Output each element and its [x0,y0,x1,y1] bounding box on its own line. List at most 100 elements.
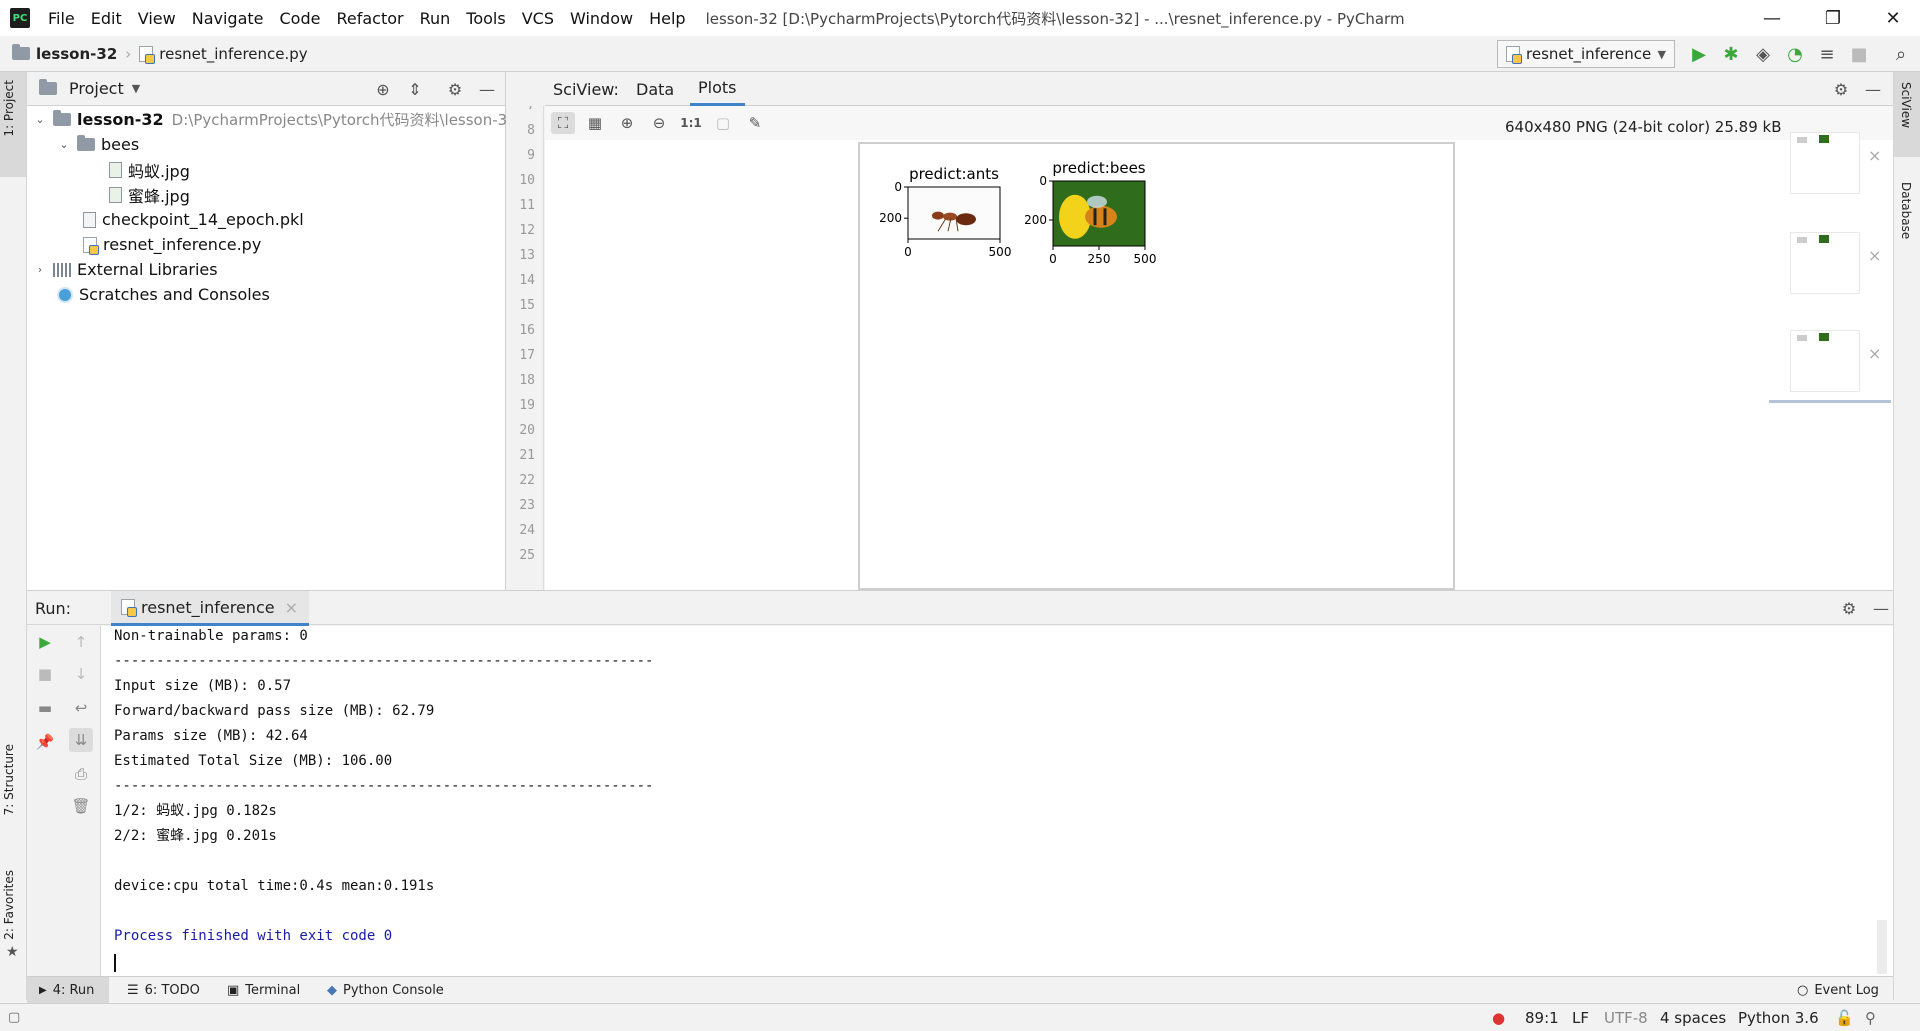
run-icon[interactable]: ▶ [1687,42,1711,66]
tab-plots[interactable]: Plots [690,72,745,106]
concurrency-icon[interactable]: ≡ [1815,42,1839,66]
thumbnail-ant-icon [1797,335,1807,341]
hide-icon[interactable]: — [1870,597,1892,619]
hide-icon[interactable]: — [476,78,498,100]
tree-item-ant-image[interactable]: 蚂蚁.jpg [109,157,190,182]
star-icon: ★ [6,944,19,960]
fit-to-window-icon[interactable]: ⛶ [551,112,575,134]
menu-view[interactable]: View [130,9,184,28]
chevron-down-icon[interactable]: ▼ [132,82,140,95]
close-thumbnail-icon[interactable]: × [1868,146,1881,165]
rerun-icon[interactable]: ▶ [33,630,57,654]
tree-item-resnet-inference[interactable]: resnet_inference.py [83,232,261,257]
plot-thumbnail-1[interactable] [1790,132,1860,194]
tree-item-bees[interactable]: ⌄ bees [57,132,139,157]
python-interpreter[interactable]: Python 3.6 [1738,1004,1819,1031]
menu-file[interactable]: File [40,9,83,28]
line-number: 19 [519,398,535,413]
plot-thumbnail-3[interactable] [1790,330,1860,392]
zoom-out-icon[interactable]: ⊖ [647,112,671,134]
thumbnail-bee-icon [1819,235,1829,243]
tree-item-external-libraries[interactable]: › External Libraries [33,257,218,282]
menu-navigate[interactable]: Navigate [184,9,272,28]
tab-run[interactable]: ▶ 4: Run [27,977,109,1004]
structure-tool-tab[interactable]: 7: Structure [2,744,16,815]
breadcrumb-project[interactable]: lesson-32 [12,44,117,63]
menu-help[interactable]: Help [641,9,693,28]
subplot-title: predict:ants [909,165,999,183]
restore-button[interactable]: ❐ [1810,0,1856,36]
console-line: Input size (MB): 0.57 [114,678,292,694]
grid-icon[interactable]: ▦ [583,112,607,134]
close-button[interactable]: ✕ [1870,0,1916,36]
run-tab[interactable]: resnet_inference × [111,591,309,626]
collapse-all-icon[interactable]: ⇕ [404,78,426,100]
chessboard-icon[interactable]: ▢ [711,112,735,134]
tab-data[interactable]: Data [636,72,674,106]
zoom-in-icon[interactable]: ⊕ [615,112,639,134]
menu-code[interactable]: Code [272,9,329,28]
run-tab-label: resnet_inference [141,597,275,617]
hide-icon[interactable]: — [1862,78,1884,100]
menu-refactor[interactable]: Refactor [328,9,411,28]
tree-item-root[interactable]: ⌄ lesson-32 D:\PycharmProjects\Pytorch代码… [33,107,517,132]
stop-icon[interactable]: ■ [1847,42,1871,66]
menu-run[interactable]: Run [412,9,459,28]
stop-icon[interactable]: ■ [33,662,57,686]
print-icon[interactable]: ⎙ [69,762,93,786]
memory-indicator-icon[interactable]: ⚲ [1865,1004,1876,1031]
error-indicator-icon[interactable]: ● [1492,1004,1505,1031]
tab-todo[interactable]: ☰ 6: TODO [127,977,200,1004]
locate-icon[interactable]: ⊕ [372,78,394,100]
close-icon[interactable]: × [285,598,298,617]
caret-position[interactable]: 89:1 [1525,1004,1559,1031]
up-arrow-icon[interactable]: ↑ [69,630,93,654]
file-encoding[interactable]: UTF-8 [1604,1004,1648,1031]
line-number: 16 [519,323,535,338]
tree-item-scratches[interactable]: Scratches and Consoles [57,282,270,307]
line-separator[interactable]: LF [1572,1004,1589,1031]
trash-icon[interactable]: 🗑 [69,794,93,818]
tab-terminal[interactable]: ▣ Terminal [227,977,300,1004]
gear-icon[interactable]: ⚙ [1830,78,1852,100]
project-view-select[interactable]: Project [69,79,124,98]
color-picker-icon[interactable]: ✎ [743,112,767,134]
coverage-icon[interactable]: ◈ [1751,42,1775,66]
profile-icon[interactable]: ◔ [1783,42,1807,66]
event-log-button[interactable]: ○ Event Log [1797,977,1879,1004]
search-icon[interactable]: ⌕ [1889,42,1913,66]
tab-python-console[interactable]: ◆ Python Console [327,977,444,1004]
tree-item-bee-image[interactable]: 蜜蜂.jpg [109,182,190,207]
project-tool-tab[interactable]: 1: Project [2,80,16,137]
breadcrumb-file[interactable]: resnet_inference.py [139,45,308,64]
favorites-tool-tab[interactable]: 2: Favorites [2,870,16,940]
unknown-file-icon [83,211,96,228]
menu-vcs[interactable]: VCS [514,9,562,28]
scroll-to-end-icon[interactable]: ⇊ [69,728,93,752]
close-thumbnail-icon[interactable]: × [1868,344,1881,363]
gear-icon[interactable]: ⚙ [1838,597,1860,619]
tree-item-checkpoint[interactable]: checkpoint_14_epoch.pkl [83,207,304,232]
layout-icon[interactable]: ▬ [33,696,57,720]
tool-windows-toggle-icon[interactable]: ▢ [8,1004,20,1031]
plot-thumbnail-2[interactable] [1790,232,1860,294]
gear-icon[interactable]: ⚙ [444,78,466,100]
console-output[interactable]: Non-trainable params: 0 ----------------… [101,626,1893,976]
lock-icon[interactable]: 🔓 [1835,1004,1854,1031]
close-thumbnail-icon[interactable]: × [1868,246,1881,265]
minimize-button[interactable]: — [1749,0,1795,36]
soft-wrap-icon[interactable]: ↩ [69,696,93,720]
actual-size-button[interactable]: 1:1 [679,112,703,134]
menu-edit[interactable]: Edit [83,9,130,28]
run-configuration-select[interactable]: resnet_inference ▼ [1497,40,1675,68]
menu-tools[interactable]: Tools [458,9,513,28]
database-tool-tab[interactable]: Database [1899,182,1913,239]
pin-icon[interactable]: 📌 [33,730,57,754]
sciview-tool-tab[interactable]: SciView [1899,82,1913,128]
console-scrollbar[interactable] [1877,920,1887,974]
chevron-down-icon: ▼ [1657,47,1666,61]
down-arrow-icon[interactable]: ↓ [69,662,93,686]
debug-icon[interactable]: ✱ [1719,42,1743,66]
indent-settings[interactable]: 4 spaces [1660,1004,1726,1031]
menu-window[interactable]: Window [562,9,641,28]
